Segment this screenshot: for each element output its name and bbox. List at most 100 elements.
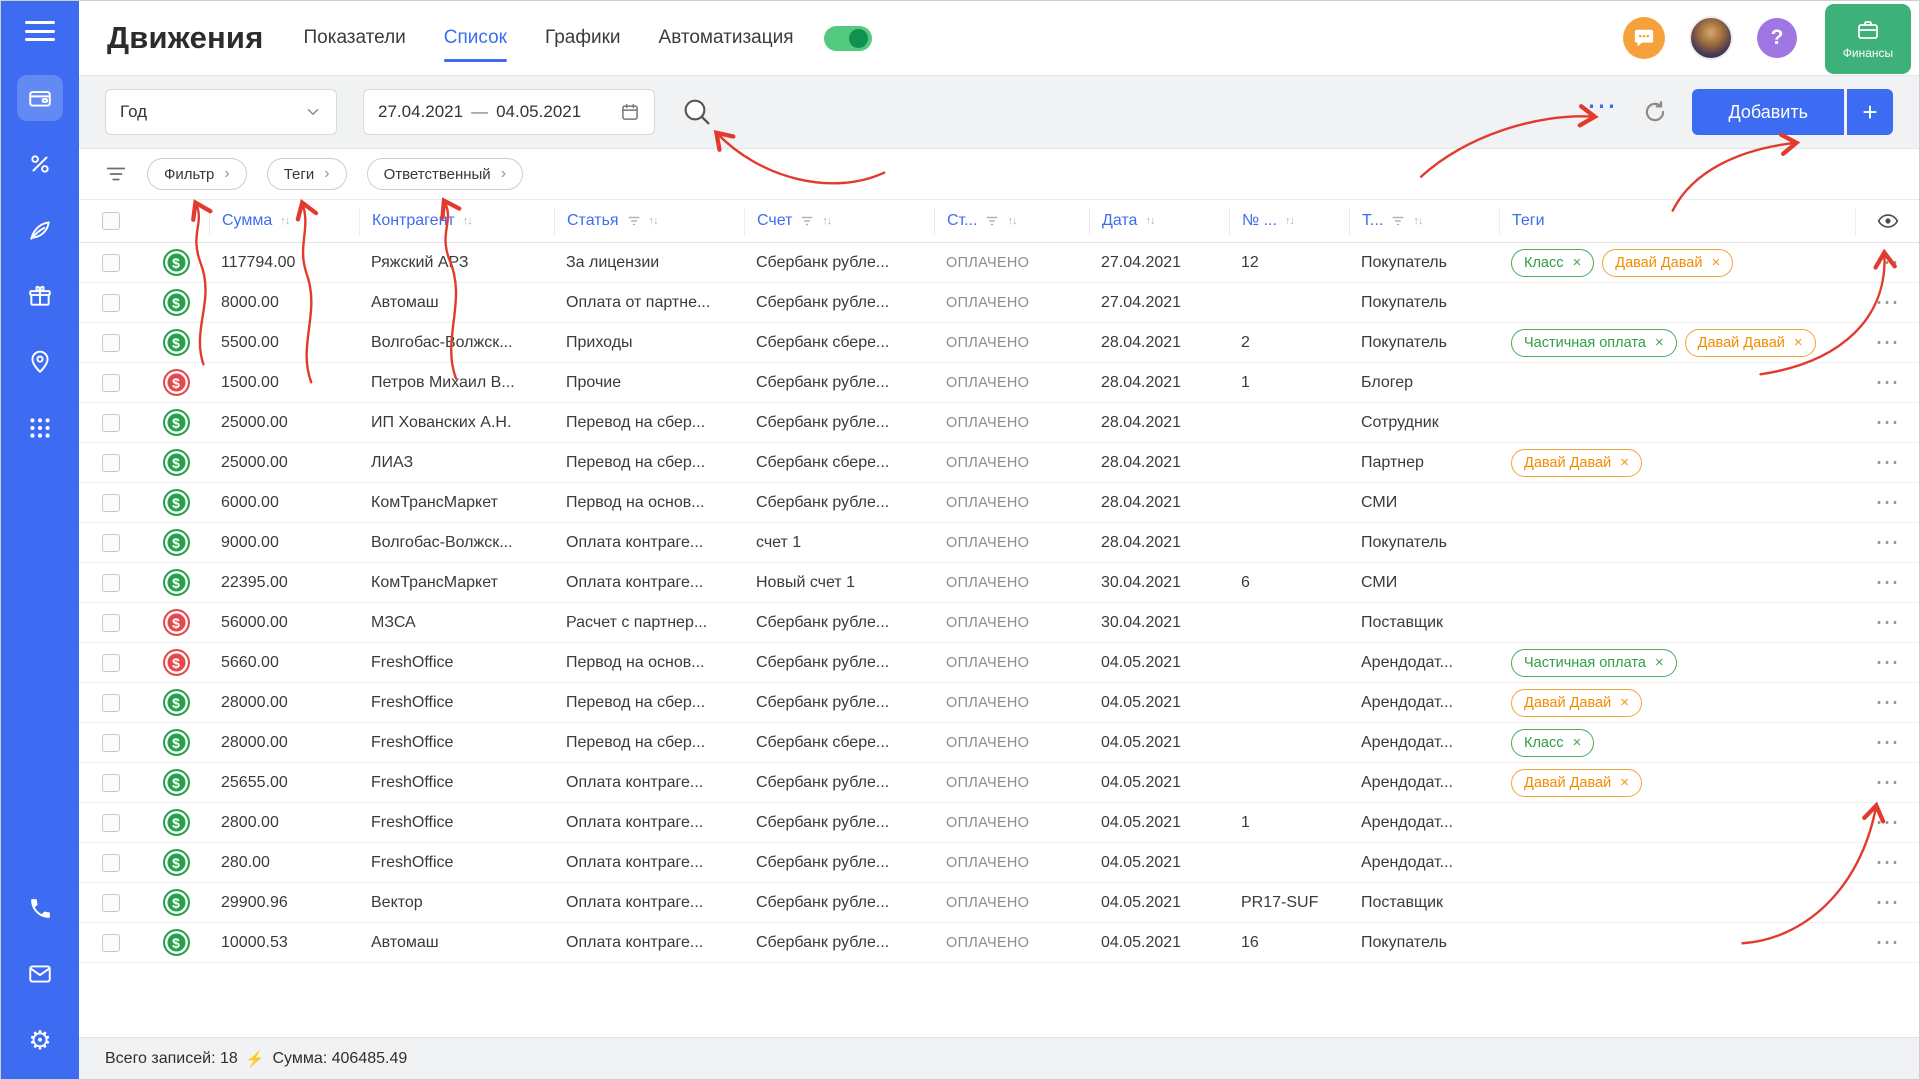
refresh-button[interactable] [1642,99,1668,125]
row-checkbox[interactable] [102,574,120,592]
table-row[interactable]: $ 28000.00 FreshOffice Перевод на сбер..… [79,683,1919,723]
tag-pill[interactable]: Класс× [1511,249,1594,277]
row-menu-icon[interactable]: ⋯ [1875,737,1899,749]
tag-remove-icon[interactable]: × [1655,654,1664,671]
row-menu-icon[interactable]: ⋯ [1875,377,1899,389]
tab-automation[interactable]: Автоматизация [659,21,794,55]
row-menu-icon[interactable]: ⋯ [1875,697,1899,709]
select-all-checkbox[interactable] [102,212,120,230]
chat-button[interactable] [1623,17,1665,59]
table-row[interactable]: $ 117794.00 Ряжский АРЗ За лицензии Сбер… [79,243,1919,283]
tag-remove-icon[interactable]: × [1794,334,1803,351]
row-checkbox[interactable] [102,654,120,672]
tab-charts[interactable]: Графики [545,21,621,55]
row-menu-icon[interactable]: ⋯ [1875,577,1899,589]
row-checkbox[interactable] [102,814,120,832]
responsible-chip[interactable]: Ответственный› [367,158,523,190]
sort-icon[interactable]: ↑↓ [1145,215,1154,227]
table-row[interactable]: $ 8000.00 Автомаш Оплата от партне... Сб… [79,283,1919,323]
row-checkbox[interactable] [102,734,120,752]
sidebar-item-location[interactable] [17,339,63,385]
period-select[interactable]: Год [105,89,337,135]
sort-icon[interactable]: ↑↓ [649,215,658,227]
row-checkbox[interactable] [102,254,120,272]
column-filter-icon[interactable] [627,214,641,228]
column-filter-icon[interactable] [1391,214,1405,228]
row-menu-icon[interactable]: ⋯ [1875,417,1899,429]
row-checkbox[interactable] [102,534,120,552]
sidebar-item-percent[interactable] [17,141,63,187]
row-checkbox[interactable] [102,774,120,792]
tag-pill[interactable]: Давай Давай× [1511,449,1642,477]
sidebar-item-feather[interactable] [17,207,63,253]
col-header-sum[interactable]: Сумма↑↓ [209,207,359,235]
column-visibility-eye-icon[interactable] [1877,210,1899,232]
row-menu-icon[interactable]: ⋯ [1875,297,1899,309]
row-menu-icon[interactable]: ⋯ [1875,777,1899,789]
row-menu-icon[interactable]: ⋯ [1875,537,1899,549]
tag-remove-icon[interactable]: × [1620,454,1629,471]
sidebar-item-apps[interactable] [17,405,63,451]
row-checkbox[interactable] [102,294,120,312]
filter-chip[interactable]: Фильтр› [147,158,247,190]
row-checkbox[interactable] [102,614,120,632]
column-filter-icon[interactable] [800,214,814,228]
table-row[interactable]: $ 25000.00 ЛИАЗ Перевод на сбер... Сберб… [79,443,1919,483]
sidebar-item-mail[interactable] [17,951,63,997]
table-row[interactable]: $ 6000.00 КомТрансМаркет Первод на основ… [79,483,1919,523]
add-button[interactable]: Добавить [1692,89,1844,135]
sidebar-item-gift[interactable] [17,273,63,319]
table-row[interactable]: $ 280.00 FreshOffice Оплата контраге... … [79,843,1919,883]
sort-icon[interactable]: ↑↓ [1413,215,1422,227]
column-filter-icon[interactable] [985,214,999,228]
row-checkbox[interactable] [102,454,120,472]
more-options-icon[interactable]: ⋯ [1586,101,1618,123]
col-header-date[interactable]: Дата↑↓ [1089,207,1229,235]
tag-pill[interactable]: Давай Давай× [1511,769,1642,797]
sidebar-item-movements[interactable] [17,75,63,121]
table-row[interactable]: $ 1500.00 Петров Михаил В... Прочие Сбер… [79,363,1919,403]
sort-icon[interactable]: ↑↓ [1007,215,1016,227]
search-button[interactable] [681,96,713,128]
row-checkbox[interactable] [102,854,120,872]
tag-remove-icon[interactable]: × [1572,734,1581,751]
sort-icon[interactable]: ↑↓ [280,215,289,227]
table-row[interactable]: $ 28000.00 FreshOffice Перевод на сбер..… [79,723,1919,763]
row-menu-icon[interactable]: ⋯ [1875,657,1899,669]
tab-indicators[interactable]: Показатели [303,21,405,55]
avatar[interactable] [1689,16,1733,60]
table-row[interactable]: $ 56000.00 МЗСА Расчет с партнер... Сбер… [79,603,1919,643]
sort-icon[interactable]: ↑↓ [463,215,472,227]
row-checkbox[interactable] [102,934,120,952]
tab-list[interactable]: Список [444,21,507,55]
tag-remove-icon[interactable]: × [1620,774,1629,791]
row-menu-icon[interactable]: ⋯ [1875,937,1899,949]
tag-remove-icon[interactable]: × [1655,334,1664,351]
automation-toggle[interactable] [824,26,872,51]
row-checkbox[interactable] [102,414,120,432]
col-header-article[interactable]: Статья↑↓ [554,207,744,235]
tag-pill[interactable]: Давай Давай× [1602,249,1733,277]
col-header-tags[interactable]: Теги [1499,207,1855,235]
row-menu-icon[interactable]: ⋯ [1875,857,1899,869]
finance-app-tile[interactable]: Финансы [1825,4,1911,74]
table-row[interactable]: $ 2800.00 FreshOffice Оплата контраге...… [79,803,1919,843]
row-menu-icon[interactable]: ⋯ [1875,457,1899,469]
row-checkbox[interactable] [102,334,120,352]
table-row[interactable]: $ 29900.96 Вектор Оплата контраге... Сбе… [79,883,1919,923]
row-checkbox[interactable] [102,374,120,392]
col-header-status[interactable]: Ст...↑↓ [934,207,1089,235]
tag-pill[interactable]: Давай Давай× [1511,689,1642,717]
col-header-counterparty[interactable]: Контрагент↑↓ [359,207,554,235]
date-range-picker[interactable]: 27.04.2021 — 04.05.2021 [363,89,655,135]
filter-lines-icon[interactable] [105,163,127,185]
col-header-type[interactable]: Т...↑↓ [1349,207,1499,235]
col-header-account[interactable]: Счет↑↓ [744,207,934,235]
table-row[interactable]: $ 22395.00 КомТрансМаркет Оплата контраг… [79,563,1919,603]
row-checkbox[interactable] [102,894,120,912]
row-checkbox[interactable] [102,494,120,512]
row-checkbox[interactable] [102,694,120,712]
tag-pill[interactable]: Давай Давай× [1685,329,1816,357]
sidebar-item-settings[interactable]: ⚙ [17,1017,63,1063]
row-menu-icon[interactable]: ⋯ [1875,497,1899,509]
